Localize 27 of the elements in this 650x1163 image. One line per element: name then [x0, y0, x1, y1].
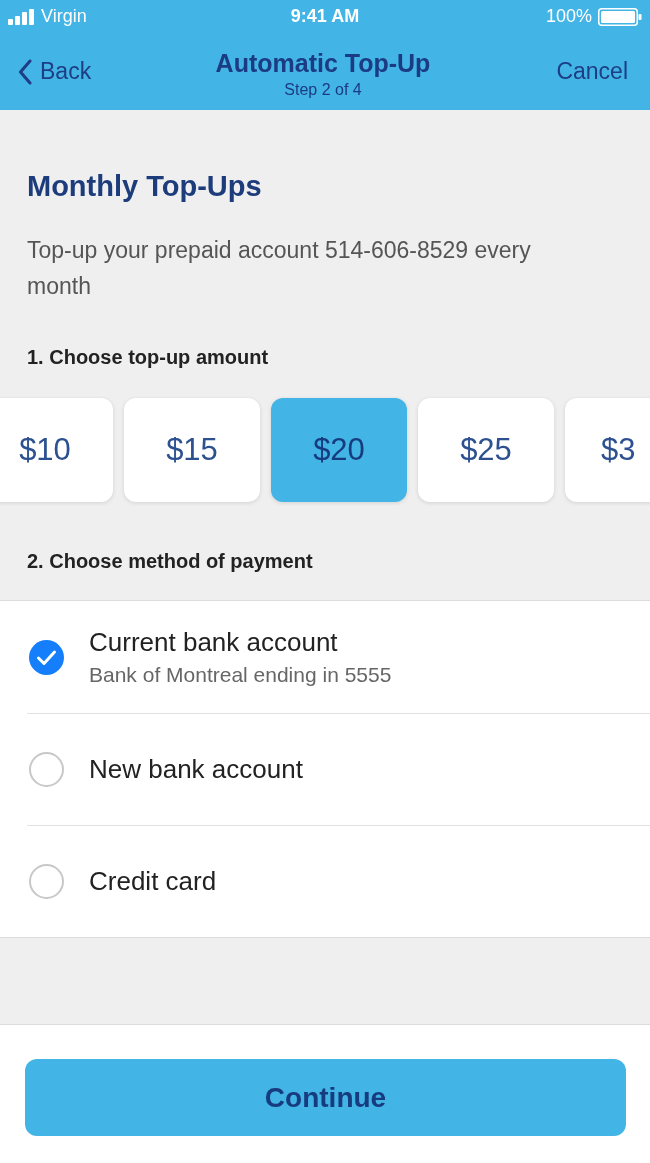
amount-option[interactable]: $3: [565, 398, 650, 502]
amount-option[interactable]: $15: [124, 398, 260, 502]
carrier-name: Virgin: [41, 5, 87, 28]
back-button[interactable]: Back: [18, 57, 92, 86]
battery-icon: [598, 7, 642, 26]
amount-option[interactable]: $10: [0, 398, 113, 502]
continue-button[interactable]: Continue: [25, 1059, 626, 1136]
chevron-left-icon: [18, 58, 32, 85]
option-title: New bank account: [89, 753, 303, 786]
payment-label: 2. Choose method of payment: [27, 549, 314, 574]
screen-title: Automatic Top-Up: [215, 47, 431, 78]
radio-checked-icon[interactable]: [29, 639, 64, 675]
option-title: Credit card: [89, 865, 217, 898]
option-detail: Bank of Montreal ending in 5555: [89, 661, 392, 688]
description-text: Top-up your prepaid account 514-606-8529 every month: [27, 236, 532, 301]
battery-percent: 100%: [545, 5, 592, 28]
clock-time: 9:41 AM: [290, 5, 360, 28]
radio-icon[interactable]: [29, 752, 64, 787]
radio-icon[interactable]: [29, 864, 64, 899]
amount-option[interactable]: $20: [271, 398, 407, 502]
cancel-button[interactable]: Cancel: [556, 57, 628, 86]
section-heading: Monthly Top-Ups: [27, 169, 263, 204]
option-title: Current bank account: [89, 626, 339, 659]
amount-option[interactable]: $25: [418, 398, 554, 502]
amount-label: 1. Choose top-up amount: [27, 345, 270, 370]
step-indicator: Step 2 of 4: [283, 79, 363, 100]
signal-icon: [8, 8, 35, 25]
